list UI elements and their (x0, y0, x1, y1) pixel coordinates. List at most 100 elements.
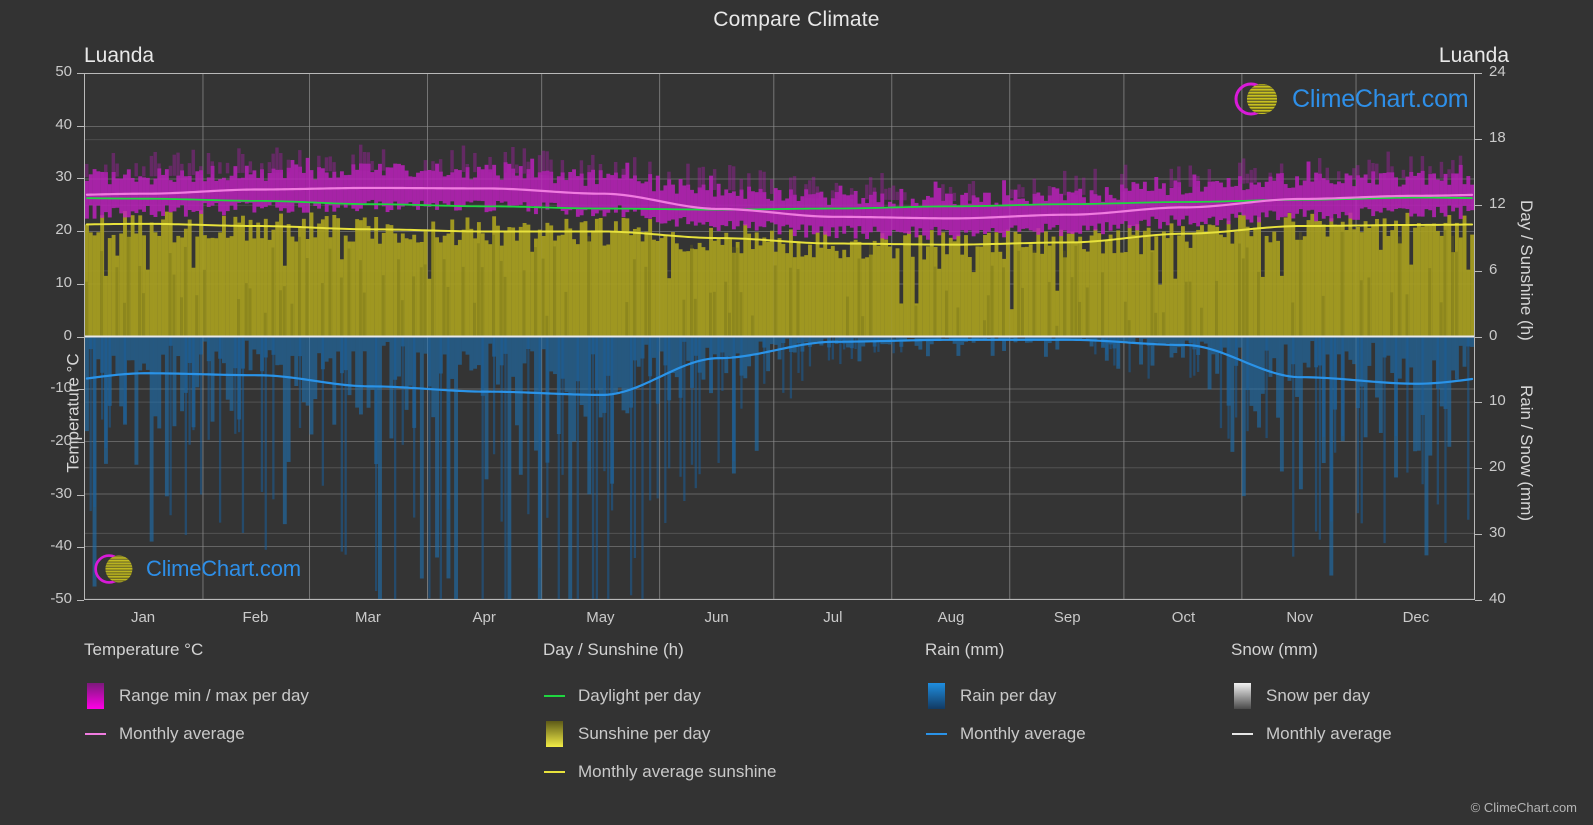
swatch-magenta-icon (84, 683, 106, 709)
tick-mark (1475, 468, 1482, 469)
legend-item: Daylight per day (543, 677, 776, 715)
x-axis-tick: Aug (938, 609, 965, 626)
page-title: Compare Climate (0, 8, 1593, 32)
x-axis-tick: Mar (355, 609, 381, 626)
y-axis-right-bottom-label: Rain / Snow (mm) (1516, 385, 1536, 521)
swatch-blue-icon (925, 683, 947, 709)
y-axis-left-tick: 10 (55, 274, 72, 291)
climechart-logo-watermark-bottom: ClimeChart.com (92, 552, 301, 586)
tick-mark (77, 600, 84, 601)
line-yellow-icon (543, 759, 565, 785)
x-axis-tick: Jul (823, 609, 842, 626)
line-pink-icon (84, 721, 106, 747)
tick-mark (1475, 73, 1482, 74)
tick-mark (77, 547, 84, 548)
y-axis-right-top-label: Day / Sunshine (h) (1516, 200, 1536, 341)
y-axis-right-top-tick: 6 (1489, 261, 1497, 278)
swatch-white-icon (1231, 683, 1253, 709)
legend-item: Monthly average (925, 715, 1086, 753)
chart-legend: Temperature °C Range min / max per day M… (0, 640, 1593, 810)
legend-item: Range min / max per day (84, 677, 309, 715)
x-axis-tick: May (586, 609, 614, 626)
tick-mark (1475, 600, 1482, 601)
chart-canvas (85, 74, 1474, 599)
legend-item-label: Rain per day (960, 686, 1056, 706)
climechart-logo-text: ClimeChart.com (1292, 85, 1468, 114)
x-axis-tick: Apr (472, 609, 495, 626)
y-axis-left-tick: 30 (55, 168, 72, 185)
legend-item-label: Snow per day (1266, 686, 1370, 706)
climechart-logo-watermark-top: ClimeChart.com (1232, 80, 1468, 118)
legend-group-rain: Rain (mm) Rain per day Monthly average (925, 640, 1086, 753)
line-white-icon (1231, 721, 1253, 747)
tick-mark (1475, 534, 1482, 535)
x-axis-tick: Dec (1403, 609, 1430, 626)
legend-item-label: Sunshine per day (578, 724, 710, 744)
climechart-logo-text: ClimeChart.com (146, 556, 301, 582)
legend-heading: Rain (mm) (925, 640, 1086, 660)
tick-mark (77, 442, 84, 443)
y-axis-left-label: Temperature °C (64, 353, 84, 472)
line-blue-icon (925, 721, 947, 747)
tick-mark (1475, 337, 1482, 338)
y-axis-right-bottom-tick: 30 (1489, 524, 1506, 541)
legend-item: Monthly average sunshine (543, 753, 776, 791)
line-green-icon (543, 683, 565, 709)
legend-item: Rain per day (925, 677, 1086, 715)
legend-group-temperature: Temperature °C Range min / max per day M… (84, 640, 309, 753)
y-axis-left-tick: 20 (55, 221, 72, 238)
legend-item-label: Monthly average (1266, 724, 1392, 744)
x-axis-tick: Nov (1286, 609, 1313, 626)
legend-group-snow: Snow (mm) Snow per day Monthly average (1231, 640, 1392, 753)
copyright-text: © ClimeChart.com (1471, 800, 1577, 815)
x-axis-tick: Jun (705, 609, 729, 626)
y-axis-left-tick: 50 (55, 63, 72, 80)
tick-mark (1475, 205, 1482, 206)
legend-item: Sunshine per day (543, 715, 776, 753)
y-axis-left-tick: -10 (50, 379, 72, 396)
y-axis-left-tick: -50 (50, 590, 72, 607)
tick-mark (77, 231, 84, 232)
x-axis-tick: Feb (243, 609, 269, 626)
legend-item-label: Daylight per day (578, 686, 701, 706)
tick-mark (77, 73, 84, 74)
tick-mark (77, 126, 84, 127)
y-axis-right-top-tick: 18 (1489, 129, 1506, 146)
y-axis-left-tick: 0 (64, 327, 72, 344)
y-axis-right-top-tick: 24 (1489, 63, 1506, 80)
y-axis-left-tick: -40 (50, 537, 72, 554)
y-axis-left-tick: -20 (50, 432, 72, 449)
climate-chart-plot[interactable] (84, 73, 1475, 600)
tick-mark (77, 389, 84, 390)
y-axis-right-bottom-tick: 20 (1489, 458, 1506, 475)
y-axis-left-tick: -30 (50, 485, 72, 502)
legend-item-label: Monthly average (960, 724, 1086, 744)
x-axis-tick: Sep (1054, 609, 1081, 626)
tick-mark (77, 178, 84, 179)
legend-item: Snow per day (1231, 677, 1392, 715)
legend-group-daylight: Day / Sunshine (h) Daylight per day Suns… (543, 640, 776, 791)
legend-item: Monthly average (1231, 715, 1392, 753)
x-axis-tick: Jan (131, 609, 155, 626)
legend-heading: Temperature °C (84, 640, 309, 660)
legend-heading: Snow (mm) (1231, 640, 1392, 660)
climechart-logo-icon (92, 552, 144, 586)
legend-heading: Day / Sunshine (h) (543, 640, 776, 660)
tick-mark (1475, 402, 1482, 403)
tick-mark (77, 495, 84, 496)
tick-mark (1475, 271, 1482, 272)
tick-mark (77, 284, 84, 285)
y-axis-right-bottom-tick: 10 (1489, 392, 1506, 409)
legend-item-label: Monthly average (119, 724, 245, 744)
tick-mark (77, 337, 84, 338)
y-axis-right-top-tick: 12 (1489, 195, 1506, 212)
tick-mark (1475, 139, 1482, 140)
legend-item: Monthly average (84, 715, 309, 753)
climechart-logo-icon (1232, 80, 1290, 118)
swatch-yellow-icon (543, 721, 565, 747)
legend-item-label: Monthly average sunshine (578, 762, 776, 782)
x-axis-tick: Oct (1172, 609, 1195, 626)
location-label-left: Luanda (84, 44, 154, 68)
y-axis-right-bottom-tick: 40 (1489, 590, 1506, 607)
y-axis-left-tick: 40 (55, 116, 72, 133)
